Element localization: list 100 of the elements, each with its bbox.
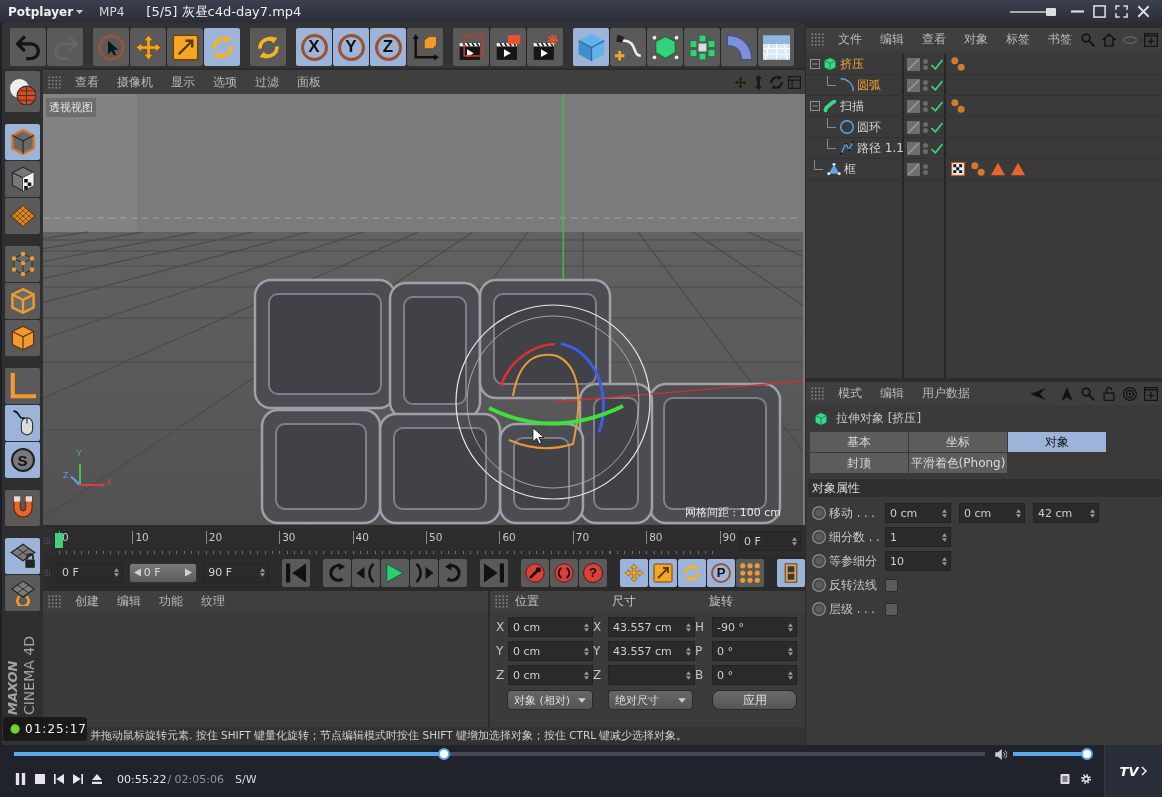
menu-item[interactable]: 面板: [288, 73, 330, 91]
check-icon[interactable]: [931, 121, 943, 133]
checkbox[interactable]: [885, 578, 898, 592]
menu-item[interactable]: 摄像机: [108, 73, 162, 91]
menu-item[interactable]: 书签: [1039, 31, 1081, 48]
title-slider-track[interactable]: [1010, 7, 1056, 16]
rotation-gizmo[interactable]: [455, 304, 651, 500]
settings-button[interactable]: [1081, 774, 1091, 784]
move-tool-button[interactable]: [130, 28, 166, 66]
object-name[interactable]: 圆环: [857, 118, 881, 136]
coordinate-system-button[interactable]: [407, 28, 443, 66]
rotate-tool-button[interactable]: [250, 28, 286, 66]
two-dots-icon[interactable]: [923, 78, 928, 92]
menu-item[interactable]: 功能: [150, 592, 192, 610]
number-field[interactable]: 90 F: [203, 562, 269, 583]
menu-item[interactable]: 显示: [162, 73, 204, 91]
tv-button[interactable]: TV: [1104, 745, 1162, 797]
3d-viewport[interactable]: 透视视图 网格间距 : 100 cm Y Z X: [43, 94, 805, 525]
slider-thumb[interactable]: [1046, 7, 1056, 16]
seek-thumb[interactable]: [438, 748, 451, 760]
render-mode-label[interactable]: S/W: [235, 772, 257, 786]
ring-icon[interactable]: [812, 578, 826, 592]
pause-button[interactable]: [15, 773, 26, 785]
object-name[interactable]: 扫描: [840, 97, 864, 115]
record-keys-button[interactable]: [521, 558, 549, 587]
axis-lock-button[interactable]: Z: [370, 28, 406, 66]
key-points-button[interactable]: [736, 558, 764, 587]
previous-key-button[interactable]: [323, 558, 351, 587]
layer-square-icon[interactable]: [907, 99, 920, 113]
two-dots-icon[interactable]: [923, 162, 928, 176]
previous-button[interactable]: [54, 774, 64, 784]
ring-icon[interactable]: [812, 554, 826, 568]
go-to-start-button[interactable]: [282, 558, 310, 587]
texture-mode-button[interactable]: [5, 161, 40, 197]
volume-thumb[interactable]: [1081, 748, 1093, 760]
check-icon[interactable]: [931, 58, 943, 70]
tab[interactable]: 对象: [1008, 432, 1106, 452]
triangle-icon[interactable]: [1011, 162, 1025, 176]
axis-lock-button[interactable]: X: [296, 28, 332, 66]
number-field[interactable]: 0 cm: [508, 665, 593, 685]
key-scale-button[interactable]: [649, 558, 677, 587]
number-field[interactable]: 0 cm: [508, 617, 593, 637]
spline-pen-button[interactable]: [610, 28, 646, 66]
workplane-lock-button[interactable]: [5, 538, 40, 574]
menu-item[interactable]: 选项: [204, 73, 246, 91]
timeline-ruler[interactable]: 0 10 20 30 40 50 60 70 80 90: [53, 528, 737, 554]
paint-mode-button[interactable]: [5, 71, 40, 112]
timeline-button[interactable]: [777, 558, 805, 587]
magnet-button[interactable]: [5, 490, 40, 526]
tab[interactable]: 坐标: [909, 432, 1007, 452]
render-settings-button[interactable]: [527, 28, 563, 66]
menu-item[interactable]: 编辑: [871, 31, 913, 48]
next-button[interactable]: [73, 774, 83, 784]
menu-item[interactable]: 对象: [955, 31, 997, 48]
checkbox[interactable]: [885, 602, 898, 616]
apply-button[interactable]: 应用: [712, 690, 797, 710]
number-field[interactable]: 1: [885, 527, 951, 547]
number-field[interactable]: 0 F: [739, 531, 801, 551]
ring-icon[interactable]: [812, 602, 826, 616]
collapse-box-icon[interactable]: [810, 101, 820, 111]
check-icon[interactable]: [931, 79, 943, 91]
array-button[interactable]: [684, 28, 720, 66]
object-name[interactable]: 框: [844, 160, 856, 178]
axis-lock-button[interactable]: Y: [333, 28, 369, 66]
two-dots-icon[interactable]: [923, 99, 928, 113]
tab[interactable]: 平滑着色(Phong): [909, 453, 1007, 473]
number-field[interactable]: 0 cm: [508, 641, 593, 661]
tab[interactable]: 基本: [810, 432, 908, 452]
triangle-icon[interactable]: [991, 162, 1005, 176]
tab[interactable]: 封顶: [810, 453, 908, 473]
checker-icon[interactable]: [951, 162, 965, 176]
render-view-button[interactable]: [453, 28, 489, 66]
check-icon[interactable]: [931, 100, 943, 112]
number-field[interactable]: 0 °: [712, 641, 797, 661]
object-name[interactable]: 挤压: [840, 55, 864, 73]
ball-pair-icon[interactable]: [951, 57, 965, 71]
ball-pair-icon[interactable]: [951, 99, 965, 113]
menu-item[interactable]: 过滤: [246, 73, 288, 91]
mode-dropdown[interactable]: 绝对尺寸: [608, 690, 693, 710]
number-field[interactable]: -90 °: [712, 617, 797, 637]
undo-button[interactable]: [10, 28, 46, 66]
speaker-icon[interactable]: [995, 748, 1007, 760]
object-name[interactable]: 圆弧: [857, 76, 881, 94]
menu-item[interactable]: 编辑: [871, 385, 913, 402]
number-field[interactable]: 0 cm: [959, 503, 1025, 523]
playlist-button[interactable]: [1060, 774, 1070, 784]
question-button[interactable]: ?: [579, 558, 607, 587]
number-field[interactable]: 0 F: [57, 562, 123, 583]
number-field[interactable]: 0 cm: [885, 503, 951, 523]
two-dots-icon[interactable]: [923, 120, 928, 134]
menu-item[interactable]: 纹理: [192, 592, 234, 610]
number-field[interactable]: 43.557 cm: [608, 617, 695, 637]
render-picture-button[interactable]: [490, 28, 526, 66]
eject-button[interactable]: [92, 774, 102, 784]
fullscreen-button[interactable]: [1115, 5, 1128, 18]
layer-square-icon[interactable]: [907, 120, 920, 134]
menu-item[interactable]: 模式: [829, 385, 871, 402]
key-position-button[interactable]: [620, 558, 648, 587]
menu-item[interactable]: 创建: [66, 592, 108, 610]
floor-button[interactable]: [758, 28, 794, 66]
